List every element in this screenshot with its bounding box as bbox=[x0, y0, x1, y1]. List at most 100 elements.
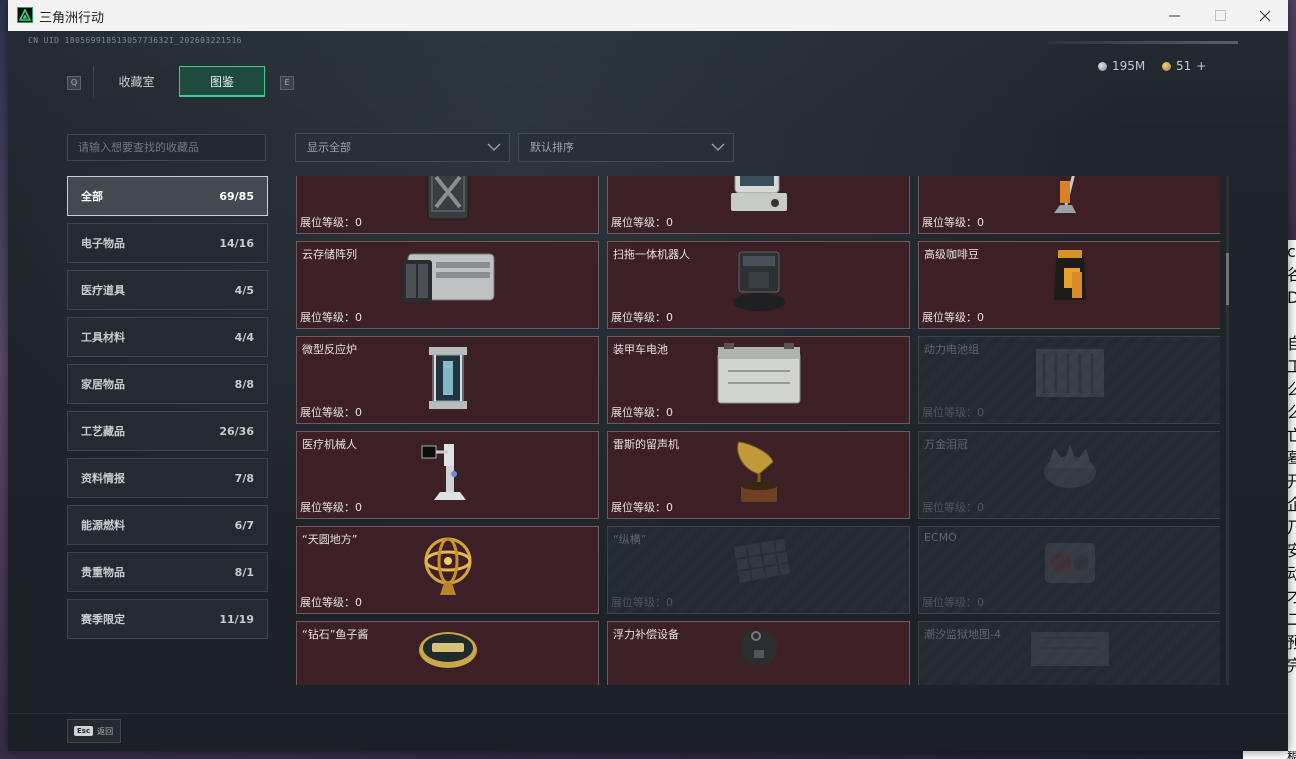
search-input[interactable]: 请输入想要查找的收藏品 bbox=[67, 134, 266, 161]
caviar-icon bbox=[417, 628, 479, 671]
gold-coin-icon bbox=[1162, 61, 1171, 71]
category-intel[interactable]: 资料情报 7/8 bbox=[67, 458, 268, 498]
category-electronics[interactable]: 电子物品 14/16 bbox=[67, 223, 268, 263]
storage-array-icon bbox=[398, 248, 498, 311]
collectible-name: 动力电池组 bbox=[924, 343, 979, 356]
collectible-card[interactable]: 高级咖啡豆 展位等级：0 bbox=[918, 241, 1220, 329]
category-household[interactable]: 家居物品 8/8 bbox=[67, 364, 268, 404]
category-tools[interactable]: 工具材料 4/4 bbox=[67, 317, 268, 357]
category-count: 11/19 bbox=[219, 612, 254, 626]
collectible-card[interactable]: 天然燃料展位等级：0 bbox=[296, 176, 599, 234]
collectible-card[interactable]: 雷斯的留声机 展位等级：0 bbox=[607, 431, 910, 519]
collectible-level: 展位等级：0 bbox=[922, 309, 984, 325]
level-label: 展位等级： bbox=[300, 501, 355, 514]
category-crafts[interactable]: 工艺藏品 26/36 bbox=[67, 411, 268, 451]
collectible-name: 医疗机械人 bbox=[302, 438, 357, 451]
vacuum-icon bbox=[1050, 176, 1090, 226]
maximize-button[interactable] bbox=[1197, 0, 1243, 31]
category-valuables[interactable]: 贵重物品 8/1 bbox=[67, 552, 268, 592]
collectible-card[interactable]: 扫拖一体机器人 展位等级：0 bbox=[607, 241, 910, 329]
category-count: 8/8 bbox=[234, 377, 254, 391]
collectible-card[interactable]: 装甲车电池 展位等级：0 bbox=[607, 336, 910, 424]
collectible-level: 展位等级：0 bbox=[300, 404, 362, 420]
next-tab-key-hint[interactable]: E bbox=[280, 76, 294, 90]
esc-key-icon: Esc bbox=[74, 726, 94, 736]
collectible-card[interactable]: 动力电池组 展位等级：0 bbox=[918, 336, 1220, 424]
reactor-icon bbox=[423, 343, 473, 416]
medical-robot-icon bbox=[420, 438, 476, 511]
collectible-name: 万金泪冠 bbox=[924, 438, 968, 451]
gramophone-icon bbox=[729, 438, 789, 511]
collectible-name: 雷斯的留声机 bbox=[613, 438, 679, 451]
category-label: 贵重物品 bbox=[81, 566, 125, 579]
coffee-bag-icon bbox=[1050, 248, 1090, 307]
collectible-card[interactable]: “钻石”鱼子酱展位等级：0 bbox=[296, 621, 599, 685]
level-label: 展位等级： bbox=[922, 596, 977, 609]
category-energy[interactable]: 能源燃料 6/7 bbox=[67, 505, 268, 545]
level-label: 展位等级： bbox=[611, 596, 666, 609]
tab-catalog[interactable]: 图鉴 bbox=[179, 66, 265, 97]
grid-scrollbar-thumb[interactable] bbox=[1226, 253, 1229, 305]
armillary-icon bbox=[420, 533, 476, 606]
add-currency-button[interactable]: + bbox=[1196, 59, 1206, 73]
silver-amount: 195M bbox=[1112, 59, 1146, 73]
collectible-name: “天圆地方” bbox=[302, 533, 358, 546]
level-value: 0 bbox=[666, 501, 673, 514]
collectible-level: 展位等级：0 bbox=[922, 499, 984, 515]
category-count: 8/1 bbox=[234, 565, 254, 579]
collectible-card[interactable]: 复古显示器展位等级：0 bbox=[607, 176, 910, 234]
collectible-card[interactable]: 微型反应炉 展位等级：0 bbox=[296, 336, 599, 424]
collectible-card[interactable]: “天圆地方” 展位等级：0 bbox=[296, 526, 599, 614]
bcd-icon bbox=[736, 628, 782, 671]
category-all[interactable]: 全部 69/85 bbox=[67, 176, 268, 216]
collectible-card[interactable]: 浮力补偿设备展位等级：0 bbox=[607, 621, 910, 685]
category-medical[interactable]: 医疗道具 4/5 bbox=[67, 270, 268, 310]
minimize-button[interactable] bbox=[1151, 0, 1197, 31]
collectible-level: 展位等级：0 bbox=[300, 214, 362, 230]
chevron-down-icon bbox=[487, 143, 501, 151]
collectible-card[interactable]: ECMO 展位等级：0 bbox=[918, 526, 1220, 614]
level-label: 展位等级： bbox=[300, 596, 355, 609]
collectible-card[interactable]: 潮汐监狱地图-4展位等级：0 bbox=[918, 621, 1220, 685]
tab-collection-room[interactable]: 收藏室 bbox=[93, 66, 179, 97]
collectible-card[interactable]: 医疗机械人展位等级：0 bbox=[296, 431, 599, 519]
collectible-level: 展位等级：0 bbox=[300, 594, 362, 610]
sort-dropdown[interactable]: 默认排序 bbox=[518, 133, 734, 162]
collectible-grid[interactable]: 天然燃料展位等级：0复古显示器展位等级：0洗地机主机展位等级：0 云存储阵列展位等… bbox=[295, 176, 1220, 685]
collectible-level: 展位等级：0 bbox=[611, 309, 673, 325]
collectible-card[interactable]: 洗地机主机展位等级：0 bbox=[918, 176, 1220, 234]
filter-dropdown[interactable]: 显示全部 bbox=[295, 133, 510, 162]
collectible-level: 展位等级：0 bbox=[300, 309, 362, 325]
collectible-card[interactable]: “纵横” 展位等级：0 bbox=[607, 526, 910, 614]
chevron-down-icon bbox=[711, 143, 725, 151]
category-season-limited[interactable]: 赛季限定 11/19 bbox=[67, 599, 268, 639]
category-label: 工具材料 bbox=[81, 331, 125, 344]
level-label: 展位等级： bbox=[922, 311, 977, 324]
game-window: 三角洲行动 CN UID 18056991851305773632I_20260… bbox=[8, 0, 1288, 751]
close-button[interactable] bbox=[1242, 0, 1288, 31]
collectible-name: 装甲车电池 bbox=[613, 343, 668, 356]
collectible-name: 浮力补偿设备 bbox=[613, 628, 679, 641]
collectible-card[interactable]: 云存储阵列 展位等级：0 bbox=[296, 241, 599, 329]
level-value: 0 bbox=[355, 501, 362, 514]
category-count: 4/5 bbox=[234, 283, 254, 297]
board-icon bbox=[724, 533, 794, 592]
battery-pack-icon bbox=[1032, 343, 1108, 406]
category-count: 4/4 bbox=[234, 330, 254, 344]
back-button[interactable]: Esc 返回 bbox=[67, 719, 121, 743]
prev-tab-key-hint[interactable]: Q bbox=[67, 76, 81, 90]
collectible-level: 展位等级：0 bbox=[611, 499, 673, 515]
collectible-level: 展位等级：0 bbox=[611, 214, 673, 230]
gold-amount: 51 bbox=[1176, 59, 1192, 73]
collectible-level: 展位等级：0 bbox=[922, 594, 984, 610]
category-count: 14/16 bbox=[219, 236, 254, 250]
map-icon bbox=[1025, 628, 1115, 671]
collectible-level: 展位等级：0 bbox=[300, 499, 362, 515]
level-value: 0 bbox=[666, 311, 673, 324]
category-label: 能源燃料 bbox=[81, 519, 125, 532]
level-value: 0 bbox=[355, 311, 362, 324]
level-label: 展位等级： bbox=[611, 501, 666, 514]
collectible-card[interactable]: 万金泪冠展位等级：0 bbox=[918, 431, 1220, 519]
sort-value: 默认排序 bbox=[530, 141, 574, 154]
app-logo-icon bbox=[17, 7, 33, 23]
